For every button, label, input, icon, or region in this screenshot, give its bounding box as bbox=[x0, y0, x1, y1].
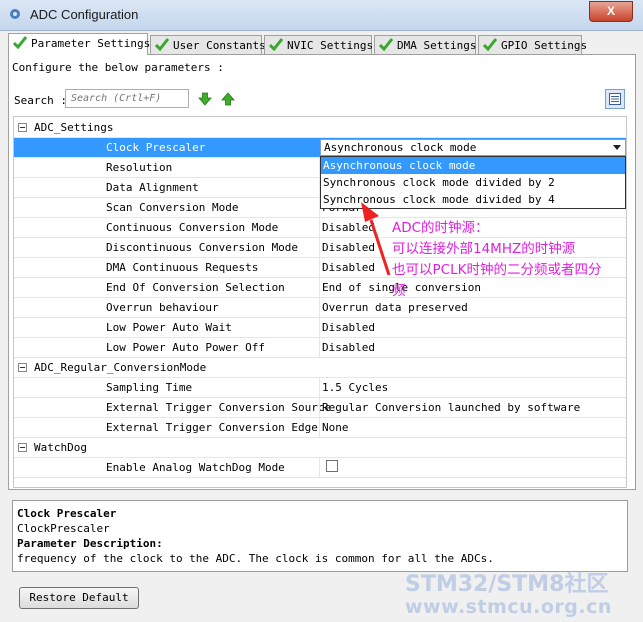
param-name: Overrun behaviour bbox=[106, 301, 219, 314]
search-input[interactable] bbox=[65, 89, 189, 108]
param-name: End Of Conversion Selection bbox=[106, 281, 285, 294]
param-name: Data Alignment bbox=[106, 181, 199, 194]
param-value: 1.5 Cycles bbox=[322, 381, 389, 394]
watermark: STM32/STM8社区 www.stmcu.org.cn bbox=[405, 566, 612, 618]
annotation-text: ADC的时钟源： 可以连接外部14MHZ的时钟源 也可以PCLK时钟的二分频或者… bbox=[392, 218, 601, 302]
select-value: Asynchronous clock mode bbox=[324, 141, 477, 154]
param-row-external-trigger-source[interactable]: External Trigger Conversion Source Regul… bbox=[14, 398, 626, 418]
tab-gpio-settings[interactable]: GPIO Settings bbox=[478, 35, 587, 54]
tab-label: DMA Settings bbox=[397, 39, 477, 52]
param-name: DMA Continuous Requests bbox=[106, 261, 259, 274]
group-row-adc-settings[interactable]: ADC_Settings bbox=[14, 118, 626, 138]
tab-label: NVIC Settings bbox=[287, 39, 374, 52]
group-label: ADC_Settings bbox=[34, 121, 114, 134]
search-label: Search : bbox=[14, 94, 67, 107]
desc-title: Clock Prescaler bbox=[17, 507, 117, 520]
tab-user-constants[interactable]: User Constants bbox=[150, 35, 266, 54]
param-value: None bbox=[322, 421, 349, 434]
param-row-low-power-auto-power-off[interactable]: Low Power Auto Power Off Disabled bbox=[14, 338, 626, 358]
param-name: Low Power Auto Wait bbox=[106, 321, 232, 334]
view-toggle-button[interactable] bbox=[605, 89, 625, 109]
param-name: External Trigger Conversion Edge bbox=[106, 421, 318, 434]
group-label: ADC_Regular_ConversionMode bbox=[34, 361, 207, 374]
check-icon bbox=[13, 36, 27, 49]
desc-heading: Parameter Description: bbox=[17, 537, 163, 550]
tab-dma-settings[interactable]: DMA Settings bbox=[374, 35, 476, 54]
desc-text: frequency of the clock to the ADC. The c… bbox=[17, 552, 494, 565]
close-button[interactable]: X bbox=[589, 1, 633, 22]
check-icon bbox=[155, 38, 169, 51]
param-name: Resolution bbox=[106, 161, 173, 174]
watermark-line: www.stmcu.org.cn bbox=[405, 596, 612, 618]
collapse-icon[interactable] bbox=[18, 363, 27, 372]
arrow-up-icon[interactable] bbox=[221, 92, 235, 106]
restore-default-button[interactable]: Restore Default bbox=[19, 587, 139, 609]
desc-id: ClockPrescaler bbox=[17, 522, 110, 535]
group-row-regular-conversion-mode[interactable]: ADC_Regular_ConversionMode bbox=[14, 358, 626, 378]
dropdown-option[interactable]: Synchronous clock mode divided by 2 bbox=[321, 174, 625, 191]
param-row-enable-analog-watchdog[interactable]: Enable Analog WatchDog Mode bbox=[14, 458, 626, 478]
param-name: Low Power Auto Power Off bbox=[106, 341, 265, 354]
description-panel: Clock Prescaler ClockPrescaler Parameter… bbox=[12, 500, 628, 572]
annotation-line: 频 bbox=[392, 283, 406, 299]
tab-label: GPIO Settings bbox=[501, 39, 588, 52]
collapse-icon[interactable] bbox=[18, 123, 27, 132]
annotation-line: 也可以PCLK时钟的二分频或者四分 bbox=[392, 262, 602, 278]
clock-prescaler-select[interactable]: Asynchronous clock mode bbox=[320, 139, 626, 156]
tab-parameter-settings[interactable]: Parameter Settings bbox=[8, 33, 151, 55]
configure-text: Configure the below parameters : bbox=[12, 61, 224, 74]
app-gear-icon bbox=[10, 9, 20, 19]
tab-label: User Constants bbox=[173, 39, 266, 52]
group-label: WatchDog bbox=[34, 441, 87, 454]
param-name: Sampling Time bbox=[106, 381, 193, 394]
param-name: Continuous Conversion Mode bbox=[106, 221, 279, 234]
list-view-icon bbox=[609, 93, 621, 105]
arrow-down-icon[interactable] bbox=[198, 92, 212, 106]
check-icon bbox=[269, 38, 283, 51]
param-name: Clock Prescaler bbox=[106, 141, 206, 154]
title-bar: ADC Configuration X bbox=[0, 0, 643, 31]
annotation-line: ADC的时钟源： bbox=[392, 220, 489, 236]
param-row-external-trigger-edge[interactable]: External Trigger Conversion Edge None bbox=[14, 418, 626, 438]
watchdog-checkbox[interactable] bbox=[326, 460, 338, 472]
chevron-down-icon bbox=[613, 145, 621, 150]
tab-label: Parameter Settings bbox=[31, 37, 151, 50]
tab-bar: Parameter Settings User Constants NVIC S… bbox=[8, 33, 636, 55]
param-value: Overrun data preserved bbox=[322, 301, 468, 314]
param-name: Scan Conversion Mode bbox=[106, 201, 239, 214]
dropdown-option[interactable]: Asynchronous clock mode bbox=[321, 157, 625, 174]
param-row-sampling-time[interactable]: Sampling Time 1.5 Cycles bbox=[14, 378, 626, 398]
tab-nvic-settings[interactable]: NVIC Settings bbox=[264, 35, 374, 54]
param-value: Disabled bbox=[322, 341, 375, 354]
check-icon bbox=[483, 38, 497, 51]
param-name: Discontinuous Conversion Mode bbox=[106, 241, 299, 254]
collapse-icon[interactable] bbox=[18, 443, 27, 452]
param-name: Enable Analog WatchDog Mode bbox=[106, 461, 285, 474]
param-value: Disabled bbox=[322, 321, 375, 334]
param-value: Regular Conversion launched by software bbox=[322, 401, 581, 414]
window-title: ADC Configuration bbox=[30, 7, 139, 22]
watermark-line: STM32/STM8社区 bbox=[405, 572, 609, 597]
group-row-watchdog[interactable]: WatchDog bbox=[14, 438, 626, 458]
param-row-low-power-auto-wait[interactable]: Low Power Auto Wait Disabled bbox=[14, 318, 626, 338]
annotation-line: 可以连接外部14MHZ的时钟源 bbox=[392, 241, 576, 257]
param-name: External Trigger Conversion Source bbox=[106, 401, 332, 414]
check-icon bbox=[379, 38, 393, 51]
